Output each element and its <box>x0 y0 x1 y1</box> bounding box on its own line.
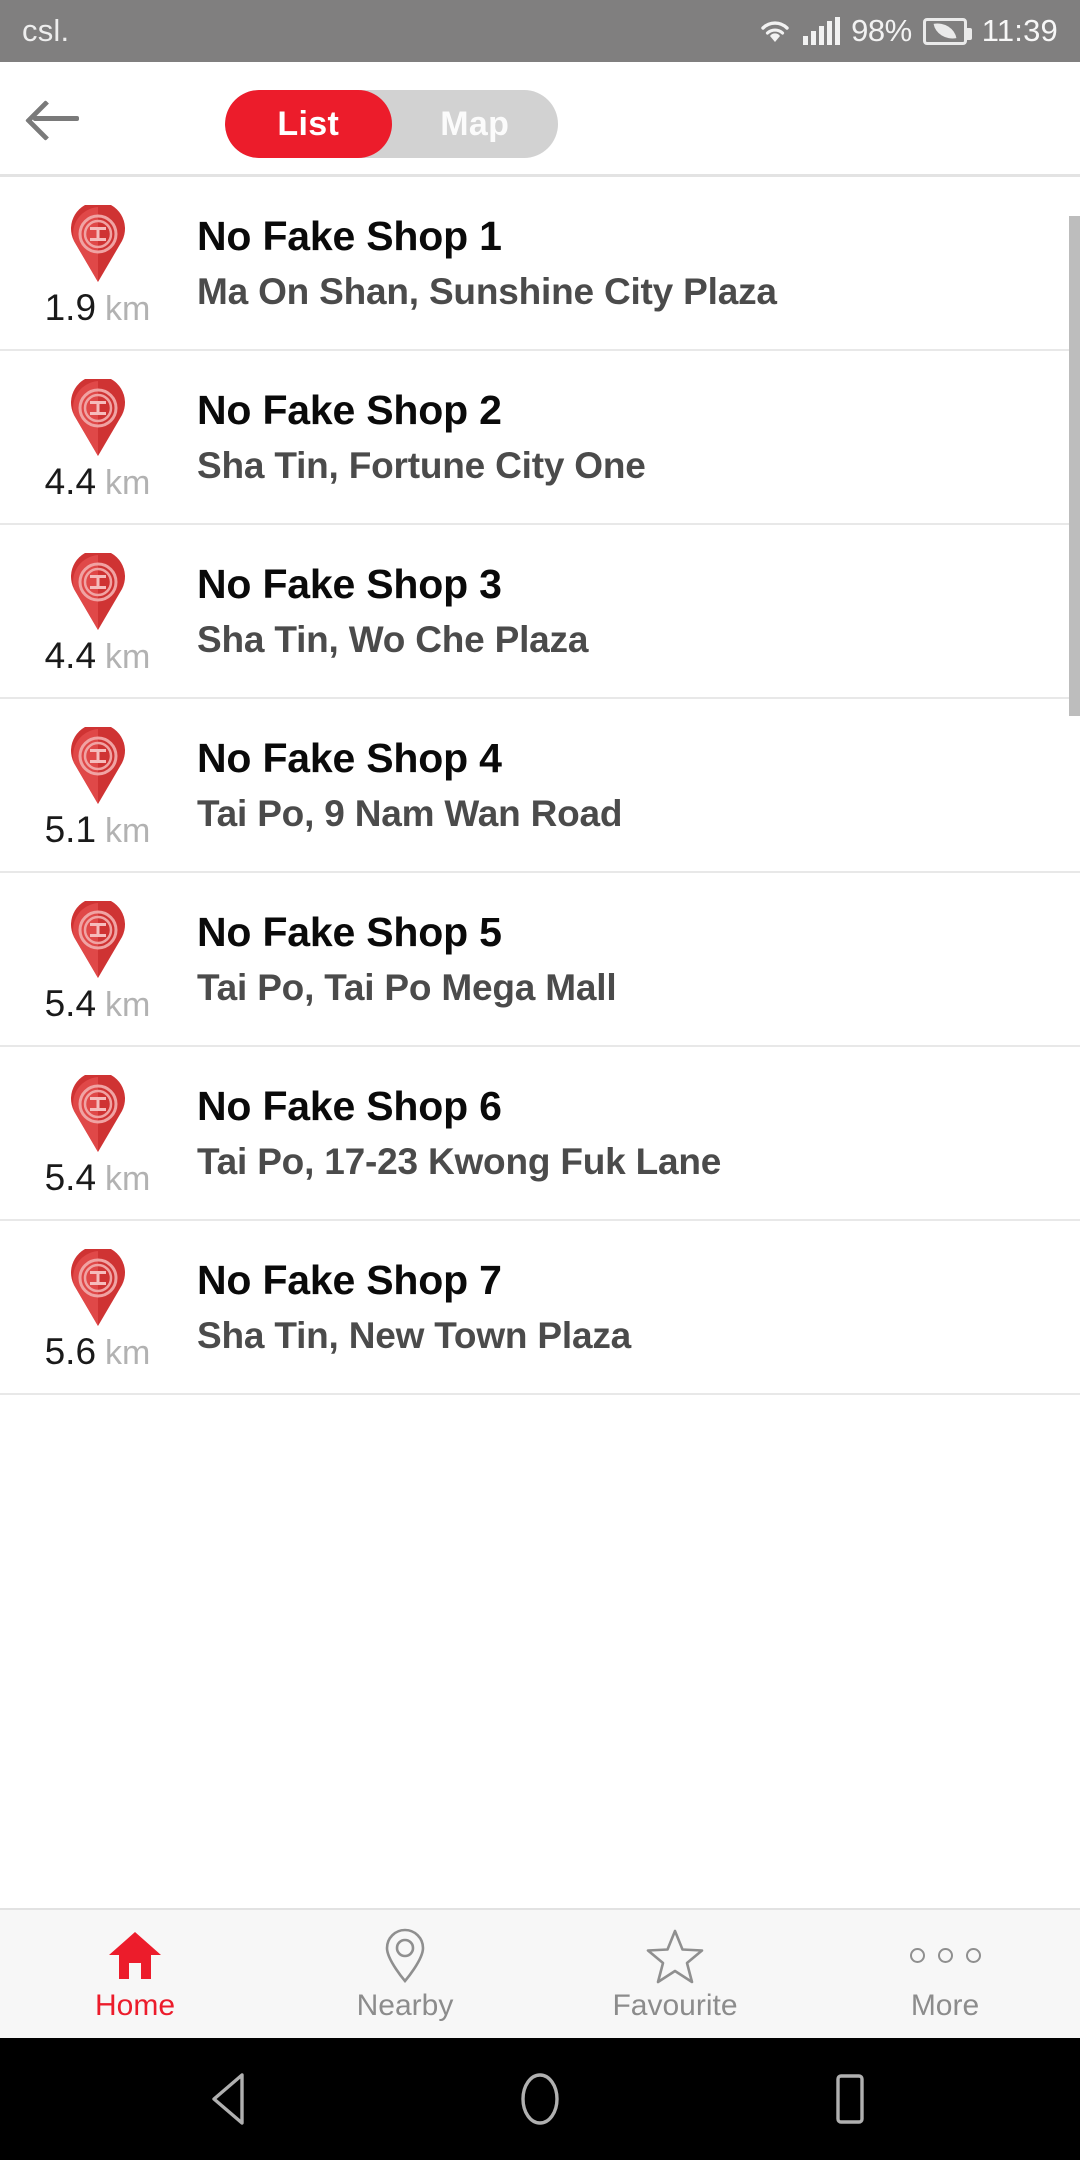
list-item-right: No Fake Shop 4 Tai Po, 9 Nam Wan Road <box>195 734 1080 834</box>
no-fake-shop-pin-icon <box>68 204 128 283</box>
tab-home[interactable]: Home <box>0 1909 270 2039</box>
status-bar: csl. 98% 11:39 <box>0 0 1080 62</box>
list-item-right: No Fake Shop 2 Sha Tin, Fortune City One <box>195 386 1080 486</box>
distance-unit: km <box>105 1159 151 1198</box>
map-pin-outline-icon <box>382 1928 428 1984</box>
tab-favourite-label: Favourite <box>612 1988 738 2022</box>
list-item[interactable]: 1.9 km No Fake Shop 1 Ma On Shan, Sunshi… <box>0 177 1080 351</box>
list-item-left: 5.6 km <box>0 1245 195 1370</box>
shop-name: No Fake Shop 7 <box>197 1256 502 1303</box>
status-bar-right-cluster: 98% 11:39 <box>758 13 1058 49</box>
back-arrow-icon <box>31 98 79 138</box>
list-item[interactable]: 5.4 km No Fake Shop 6 Tai Po, 17-23 Kwon… <box>0 1047 1080 1221</box>
tab-nearby[interactable]: Nearby <box>270 1909 540 2039</box>
list-item-right: No Fake Shop 5 Tai Po, Tai Po Mega Mall <box>195 908 1080 1008</box>
battery-saver-icon <box>922 17 972 45</box>
distance-group: 5.1 km <box>45 811 151 848</box>
no-fake-shop-pin-icon <box>68 1248 128 1327</box>
shop-address: Sha Tin, New Town Plaza <box>197 1314 631 1356</box>
distance-unit: km <box>105 637 151 676</box>
no-fake-shop-pin-icon <box>68 552 128 631</box>
wifi-icon <box>758 16 792 46</box>
home-circle-icon[interactable] <box>500 2059 580 2139</box>
list-item-left: 5.4 km <box>0 1071 195 1196</box>
distance-value: 5.4 <box>44 1156 97 1198</box>
no-fake-shop-pin-icon <box>68 1074 128 1153</box>
shop-address: Ma On Shan, Sunshine City Plaza <box>197 270 777 312</box>
signal-bars-icon <box>803 17 841 45</box>
shop-name: No Fake Shop 6 <box>197 1082 502 1129</box>
carrier-label: csl. <box>22 13 70 48</box>
distance-group: 5.4 km <box>45 985 151 1022</box>
distance-value: 1.9 <box>44 286 97 328</box>
distance-unit: km <box>105 463 151 502</box>
list-map-segmented-control[interactable]: List Map <box>225 90 558 158</box>
list-item[interactable]: 5.4 km No Fake Shop 5 Tai Po, Tai Po Meg… <box>0 873 1080 1047</box>
tab-home-label: Home <box>94 1988 176 2022</box>
distance-group: 5.6 km <box>45 1333 151 1370</box>
no-fake-shop-pin-icon <box>68 726 128 805</box>
distance-unit: km <box>105 985 151 1024</box>
star-outline-icon <box>646 1928 704 1984</box>
distance-value: 5.4 <box>44 982 97 1024</box>
back-triangle-icon[interactable] <box>190 2059 270 2139</box>
distance-unit: km <box>105 1333 151 1372</box>
tab-map[interactable]: Map <box>392 90 559 158</box>
shop-address: Tai Po, 9 Nam Wan Road <box>197 792 623 834</box>
tab-more[interactable]: More <box>810 1909 1080 2039</box>
android-navigation-bar <box>0 2038 1080 2160</box>
distance-group: 1.9 km <box>45 289 151 326</box>
distance-unit: km <box>105 811 151 850</box>
shop-list[interactable]: 1.9 km No Fake Shop 1 Ma On Shan, Sunshi… <box>0 174 1080 1908</box>
clock-label: 11:39 <box>981 13 1058 48</box>
app-toolbar: List Map <box>0 62 1080 174</box>
list-item-left: 4.4 km <box>0 549 195 674</box>
no-fake-shop-pin-icon <box>68 900 128 979</box>
list-item[interactable]: 4.4 km No Fake Shop 2 Sha Tin, Fortune C… <box>0 351 1080 525</box>
no-fake-shop-pin-icon <box>68 378 128 457</box>
distance-group: 4.4 km <box>45 637 151 674</box>
tab-favourite[interactable]: Favourite <box>540 1909 810 2039</box>
distance-value: 5.1 <box>44 808 97 850</box>
list-item-left: 4.4 km <box>0 375 195 500</box>
tab-nearby-label: Nearby <box>356 1988 454 2022</box>
back-button[interactable] <box>0 62 110 174</box>
shop-name: No Fake Shop 4 <box>197 734 502 781</box>
home-icon <box>107 1928 163 1984</box>
shop-address: Sha Tin, Wo Che Plaza <box>197 618 589 660</box>
list-item-left: 5.4 km <box>0 897 195 1022</box>
list-scrollbar[interactable] <box>1069 216 1080 716</box>
app-screen: csl. 98% 11:39 List Map 1.9 km No Fake S… <box>0 0 1080 2160</box>
list-item[interactable]: 4.4 km No Fake Shop 3 Sha Tin, Wo Che Pl… <box>0 525 1080 699</box>
distance-group: 4.4 km <box>45 463 151 500</box>
list-item[interactable]: 5.1 km No Fake Shop 4 Tai Po, 9 Nam Wan … <box>0 699 1080 873</box>
tab-list[interactable]: List <box>225 90 392 158</box>
list-item-left: 1.9 km <box>0 201 195 326</box>
tab-more-label: More <box>910 1988 980 2022</box>
list-item-right: No Fake Shop 3 Sha Tin, Wo Che Plaza <box>195 560 1080 660</box>
shop-address: Sha Tin, Fortune City One <box>197 444 646 486</box>
list-item-left: 5.1 km <box>0 723 195 848</box>
shop-address: Tai Po, 17-23 Kwong Fuk Lane <box>197 1140 722 1182</box>
distance-value: 4.4 <box>44 460 97 502</box>
shop-name: No Fake Shop 2 <box>197 386 502 433</box>
battery-percent-label: 98% <box>851 13 912 48</box>
shop-name: No Fake Shop 3 <box>197 560 502 607</box>
distance-value: 4.4 <box>44 634 97 676</box>
shop-name: No Fake Shop 1 <box>197 212 502 259</box>
more-dots-icon <box>909 1928 981 1984</box>
list-item-right: No Fake Shop 7 Sha Tin, New Town Plaza <box>195 1256 1080 1356</box>
distance-group: 5.4 km <box>45 1159 151 1196</box>
bottom-tab-bar: Home Nearby Favourite More <box>0 1908 1080 2038</box>
list-item-right: No Fake Shop 6 Tai Po, 17-23 Kwong Fuk L… <box>195 1082 1080 1182</box>
shop-name: No Fake Shop 5 <box>197 908 502 955</box>
distance-value: 5.6 <box>44 1330 97 1372</box>
distance-unit: km <box>105 289 151 328</box>
list-item[interactable]: 5.6 km No Fake Shop 7 Sha Tin, New Town … <box>0 1221 1080 1395</box>
recents-square-icon[interactable] <box>810 2059 890 2139</box>
shop-address: Tai Po, Tai Po Mega Mall <box>197 966 617 1008</box>
list-item-right: No Fake Shop 1 Ma On Shan, Sunshine City… <box>195 212 1080 312</box>
